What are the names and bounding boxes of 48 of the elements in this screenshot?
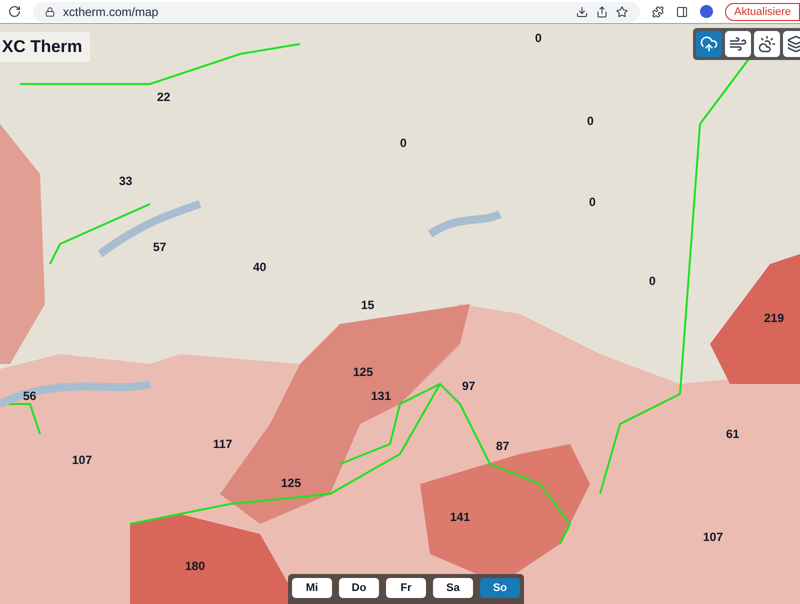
- region-value: 15: [361, 297, 374, 314]
- map[interactable]: XC Therm 0 22 33 57 40 15 0 0 0 0 219 125 131 97 56 117 107 87 61 125 141 107 180 Mi Do Fr Sa So: [0, 24, 800, 604]
- thermal-layer-icon: [700, 35, 718, 53]
- region-value: 87: [496, 438, 510, 455]
- region-value: 22: [157, 89, 170, 106]
- region-value: 141: [450, 509, 470, 526]
- reload-icon[interactable]: [8, 5, 21, 18]
- cloud-layer-icon: [758, 35, 776, 53]
- region-value: 33: [119, 173, 132, 190]
- region-value: 117: [213, 436, 232, 453]
- download-icon[interactable]: [576, 6, 588, 18]
- layer-button[interactable]: [725, 31, 751, 57]
- bookmark-star-icon[interactable]: [616, 6, 628, 18]
- wind-layer-icon: [729, 35, 747, 53]
- region-value: 97: [462, 378, 476, 395]
- sidebar-icon[interactable]: [676, 6, 688, 18]
- day-button[interactable]: Mi: [292, 578, 332, 598]
- app-title: XC Therm: [0, 32, 90, 62]
- region-value: 219: [764, 310, 784, 327]
- region-value: 107: [703, 529, 724, 546]
- region-value: 180: [185, 558, 206, 575]
- day-button[interactable]: So: [480, 578, 520, 598]
- lock-icon: [45, 6, 55, 16]
- extensions-icon[interactable]: [652, 6, 664, 18]
- region-value: 0: [587, 113, 594, 130]
- day-button[interactable]: Do: [339, 578, 379, 598]
- layer-button[interactable]: [696, 31, 722, 57]
- update-button[interactable]: Aktualisiere: [725, 2, 800, 20]
- region-value: 107: [72, 452, 92, 469]
- region-value: 40: [253, 259, 266, 276]
- region-value: 0: [589, 194, 596, 211]
- region-value: 0: [649, 273, 656, 290]
- share-icon[interactable]: [596, 6, 608, 18]
- day-button[interactable]: Sa: [433, 578, 473, 598]
- more-layer-icon: [787, 35, 800, 53]
- region-value: 125: [353, 364, 374, 381]
- address-bar[interactable]: xctherm.com/map: [33, 2, 640, 22]
- region-value: 0: [400, 135, 407, 152]
- region-value: 56: [23, 388, 36, 405]
- url-text: xctherm.com/map: [63, 4, 158, 20]
- region-value: 61: [726, 426, 740, 443]
- region-value: 125: [281, 475, 302, 492]
- layer-button[interactable]: [754, 31, 780, 57]
- region-value: 131: [371, 388, 392, 405]
- profile-avatar[interactable]: [700, 5, 714, 18]
- region-value: 57: [153, 239, 166, 256]
- region-value: 0: [535, 30, 542, 47]
- day-button[interactable]: Fr: [386, 578, 426, 598]
